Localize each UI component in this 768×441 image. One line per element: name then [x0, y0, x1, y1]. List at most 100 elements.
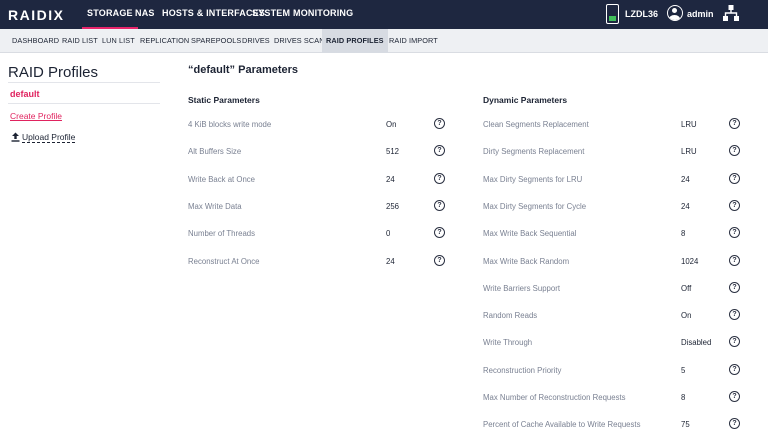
parameter-value: 0 — [386, 229, 391, 239]
parameter-label: Reconstruct At Once — [188, 256, 260, 266]
parameter-row: 4 KiB blocks write mode On? — [188, 118, 448, 132]
user-circle-icon[interactable] — [667, 5, 683, 21]
logo-text: RAIDIX — [8, 7, 65, 23]
nav-system[interactable]: SYSTEM — [252, 8, 290, 18]
raidix-logo[interactable]: RAIDIX — [8, 7, 64, 23]
tab-replication[interactable]: REPLICATION — [140, 29, 189, 53]
parameter-row: Max Dirty Segments for Cycle 24? — [483, 199, 743, 214]
parameter-value: Disabled — [681, 338, 712, 348]
parameter-value: On — [681, 311, 692, 321]
user-name[interactable]: admin — [687, 9, 714, 19]
parameter-row: Max Write Data 256? — [188, 199, 448, 214]
parameter-label: Random Reads — [483, 311, 538, 321]
parameter-value: 24 — [681, 174, 690, 184]
parameter-label: Max Dirty Segments for Cycle — [483, 201, 587, 211]
parameter-label: Reconstruction Priority — [483, 365, 562, 375]
parameter-value: 24 — [386, 256, 395, 266]
tab-raid-import[interactable]: RAID IMPORT — [389, 29, 438, 53]
parameter-label: Write Through — [483, 338, 533, 348]
parameter-row: Clean Segments Replacement LRU? — [483, 118, 743, 132]
parameter-value: 24 — [681, 201, 690, 211]
parameter-label: Write Back at Once — [188, 174, 256, 184]
nav-storage[interactable]: STORAGE — [82, 8, 138, 30]
parameter-label: Max Write Back Random — [483, 256, 570, 266]
parameter-label: Write Barriers Support — [483, 283, 560, 293]
parameter-value: 8 — [681, 393, 686, 402]
tab-lun-list[interactable]: LUN LIST — [102, 29, 135, 53]
parameter-row: Max Write Back Sequential 8? — [483, 227, 743, 241]
parameter-value: 512 — [386, 147, 400, 157]
parameter-row: Random Reads On? — [483, 309, 743, 323]
help-circle-icon[interactable]: ? — [729, 118, 740, 129]
help-circle-icon[interactable]: ? — [729, 309, 740, 321]
parameter-label: Number of Threads — [188, 229, 256, 239]
parameter-value: 8 — [681, 229, 686, 239]
parameter-value: LRU — [681, 120, 697, 129]
parameter-row: Reconstruct At Once 24? — [188, 254, 448, 269]
parameter-value: 75 — [681, 420, 690, 430]
help-circle-icon[interactable]: ? — [729, 391, 740, 402]
help-circle-icon[interactable]: ? — [434, 199, 445, 211]
nav-nas[interactable]: NAS — [135, 8, 155, 18]
help-circle-icon[interactable]: ? — [434, 172, 445, 184]
parameter-value: On — [386, 120, 397, 129]
tab-dashboard[interactable]: DASHBOARD — [12, 29, 59, 53]
parameter-row: Max Dirty Segments for LRU 24? — [483, 172, 743, 187]
help-circle-icon[interactable]: ? — [434, 254, 445, 266]
help-circle-icon[interactable]: ? — [729, 199, 740, 211]
tab-raid-profiles[interactable]: RAID PROFILES — [322, 29, 388, 53]
divider — [8, 82, 160, 83]
help-circle-icon[interactable]: ? — [729, 254, 740, 266]
parameter-value: LRU — [681, 147, 697, 157]
create-profile-link[interactable]: Create Profile — [10, 111, 62, 121]
upload-arrow-icon[interactable] — [11, 132, 20, 142]
tab-drives[interactable]: DRIVES — [242, 29, 270, 53]
help-circle-icon[interactable]: ? — [729, 172, 740, 184]
static-parameters-heading: Static Parameters — [188, 95, 260, 105]
nav-monitoring[interactable]: MONITORING — [293, 8, 353, 18]
dynamic-parameters-heading: Dynamic Parameters — [483, 95, 568, 105]
tab-sparepools[interactable]: SPAREPOOLS — [191, 29, 241, 53]
help-circle-icon[interactable]: ? — [729, 418, 740, 430]
tab-raid-list[interactable]: RAID LIST — [62, 29, 98, 53]
top-bar: RAIDIX STORAGE NAS HOSTS & INTERFACES SY… — [0, 0, 768, 30]
help-circle-icon[interactable]: ? — [434, 145, 445, 157]
parameter-label: Alt Buffers Size — [188, 147, 242, 157]
help-circle-icon[interactable]: ? — [729, 281, 740, 293]
parameter-row: Alt Buffers Size 512? — [188, 145, 448, 159]
help-circle-icon[interactable]: ? — [729, 336, 740, 348]
help-circle-icon[interactable]: ? — [729, 145, 740, 157]
storage-device-icon[interactable] — [606, 4, 619, 24]
network-topology-icon[interactable] — [722, 4, 740, 22]
profile-item-default[interactable]: default — [10, 89, 40, 99]
nav-hosts-interfaces[interactable]: HOSTS & INTERFACES — [162, 8, 265, 18]
help-circle-icon[interactable]: ? — [434, 118, 445, 129]
parameter-row: Reconstruction Priority 5? — [483, 363, 743, 378]
parameter-label: Max Dirty Segments for LRU — [483, 174, 583, 184]
device-name[interactable]: LZDL36 — [625, 9, 658, 19]
parameter-value: 256 — [386, 201, 400, 211]
parameter-row: Write Through Disabled? — [483, 336, 743, 350]
parameter-row: Max Number of Reconstruction Requests 8? — [483, 391, 743, 405]
divider — [8, 103, 160, 104]
parameter-value: 5 — [681, 365, 686, 375]
upload-profile-link[interactable]: Upload Profile — [22, 132, 76, 143]
parameter-label: 4 KiB blocks write mode — [188, 120, 272, 129]
parameter-row: Write Back at Once 24? — [188, 172, 448, 187]
parameter-row: Dirty Segments Replacement LRU? — [483, 145, 743, 159]
parameter-row: Max Write Back Random 1024? — [483, 254, 743, 269]
parameter-label: Percent of Cache Available to Write Requ… — [483, 420, 641, 430]
help-circle-icon[interactable]: ? — [729, 227, 740, 239]
parameter-label: Max Number of Reconstruction Requests — [483, 393, 626, 402]
parameter-row: Percent of Cache Available to Write Requ… — [483, 418, 743, 432]
parameter-value: 1024 — [681, 256, 699, 266]
help-circle-icon[interactable]: ? — [434, 227, 445, 239]
tab-drives-scan[interactable]: DRIVES SCAN — [274, 29, 325, 53]
page-title: “default” Parameters — [188, 64, 299, 76]
parameter-label: Dirty Segments Replacement — [483, 147, 585, 157]
parameter-label: Max Write Data — [188, 201, 242, 211]
parameter-row: Write Barriers Support Off? — [483, 281, 743, 296]
help-circle-icon[interactable]: ? — [729, 363, 740, 375]
parameter-value: 24 — [386, 174, 395, 184]
parameter-row: Number of Threads 0? — [188, 227, 448, 241]
